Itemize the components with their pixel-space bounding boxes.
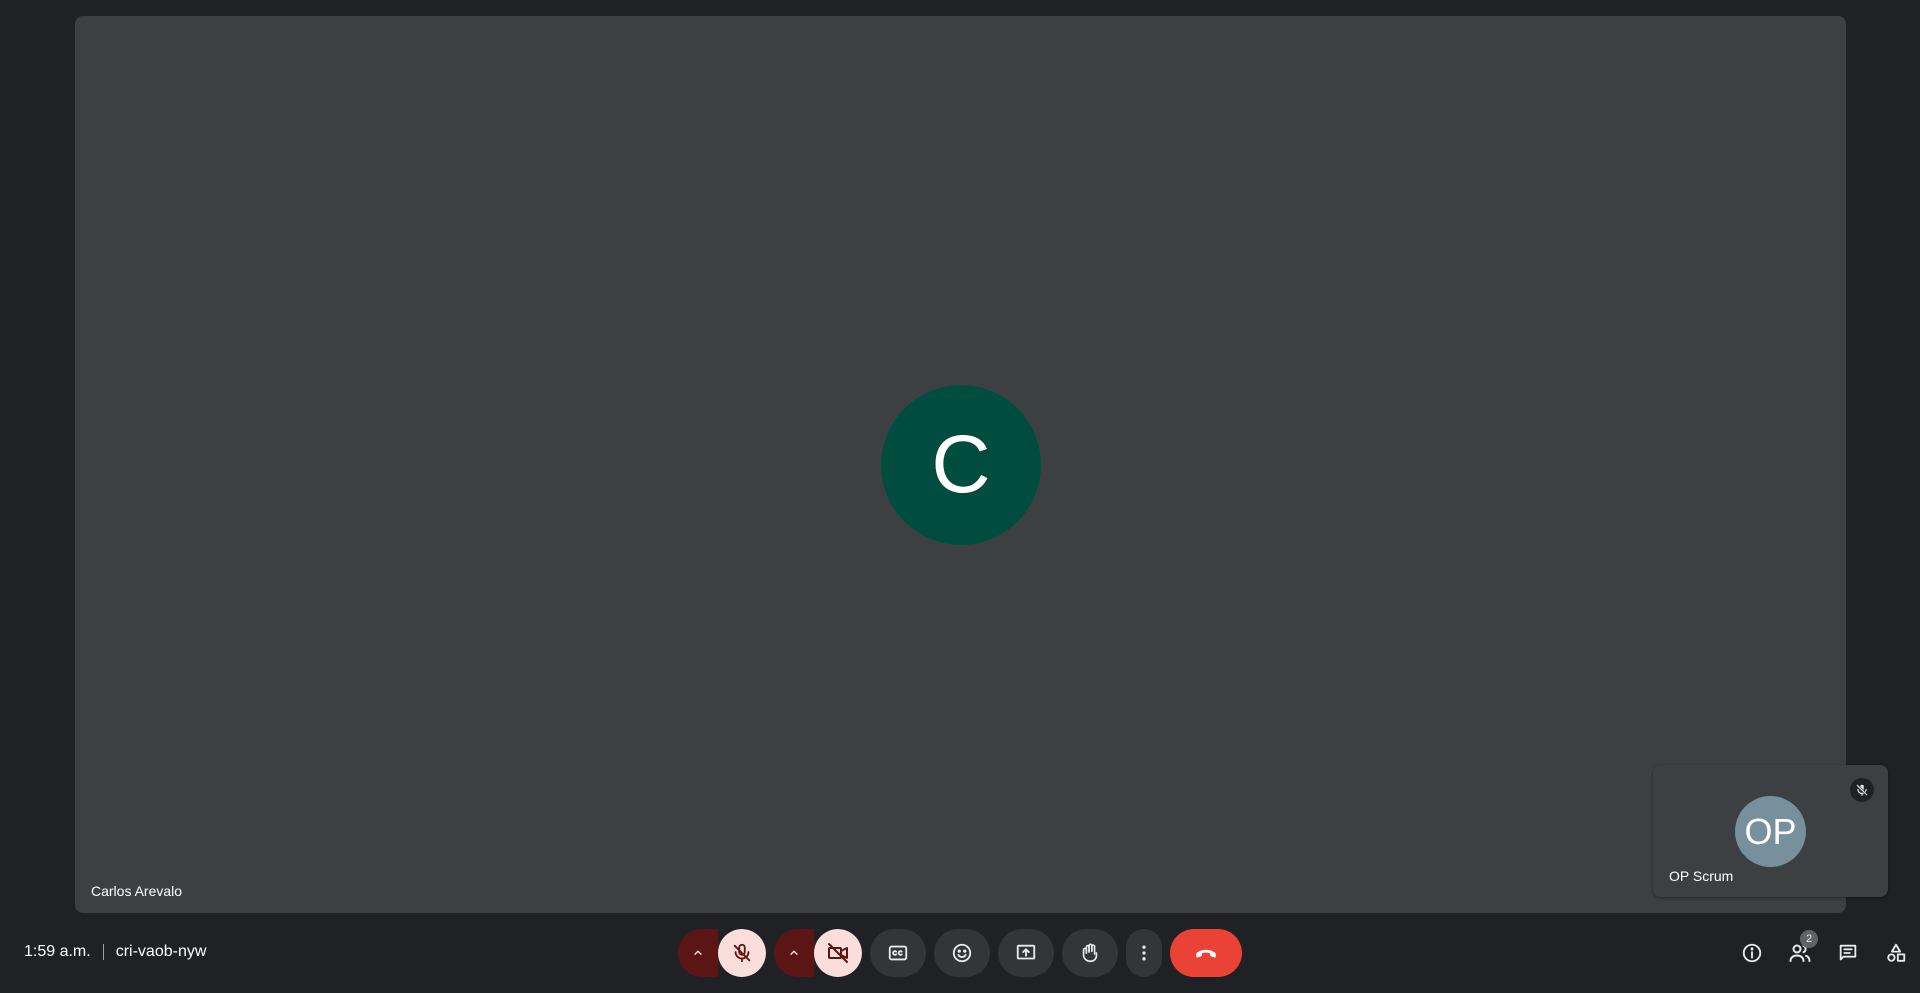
audio-options-button[interactable] xyxy=(678,929,718,977)
participant-count-badge: 2 xyxy=(1800,930,1818,948)
chat-button[interactable] xyxy=(1824,929,1872,977)
present-screen-icon xyxy=(1016,944,1036,960)
camera-control-group xyxy=(774,929,862,977)
mic-off-icon xyxy=(733,943,751,963)
raise-hand-button[interactable] xyxy=(1062,929,1118,977)
captions-button[interactable] xyxy=(870,929,926,977)
main-participant-avatar: C xyxy=(881,385,1041,545)
emoji-icon xyxy=(952,943,972,963)
raise-hand-icon xyxy=(1082,943,1098,963)
video-options-button[interactable] xyxy=(774,929,814,977)
call-end-icon xyxy=(1196,949,1216,958)
chevron-up-icon xyxy=(694,950,702,955)
bottom-control-bar: 1:59 a.m. cri-vaob-nyw 2 xyxy=(0,913,1920,993)
self-participant-tile[interactable]: OP OP Scrum xyxy=(1653,765,1888,897)
mic-off-indicator-icon xyxy=(1850,778,1874,802)
self-participant-name: OP Scrum xyxy=(1669,868,1734,884)
info-icon xyxy=(1742,943,1762,963)
meeting-details-button[interactable] xyxy=(1728,929,1776,977)
main-participant-name: Carlos Arevalo xyxy=(91,883,183,899)
main-participant-tile[interactable]: C Carlos Arevalo xyxy=(75,16,1846,913)
meeting-info-divider xyxy=(102,944,104,960)
closed-captions-icon xyxy=(888,945,908,961)
meeting-info: 1:59 a.m. cri-vaob-nyw xyxy=(24,943,206,961)
mic-toggle-button[interactable] xyxy=(718,929,766,977)
chat-icon xyxy=(1839,944,1857,961)
mic-control-group xyxy=(678,929,766,977)
meeting-code[interactable]: cri-vaob-nyw xyxy=(116,943,207,961)
reactions-button[interactable] xyxy=(934,929,990,977)
more-options-button[interactable] xyxy=(1126,929,1162,977)
call-controls xyxy=(678,929,1242,977)
more-vert-icon xyxy=(1142,945,1146,961)
side-panel-controls: 2 xyxy=(1728,929,1920,977)
meeting-time: 1:59 a.m. xyxy=(24,943,91,960)
present-button[interactable] xyxy=(998,929,1054,977)
people-button[interactable]: 2 xyxy=(1776,929,1824,977)
chevron-up-icon xyxy=(790,950,798,955)
leave-call-button[interactable] xyxy=(1170,929,1242,977)
camera-toggle-button[interactable] xyxy=(814,929,862,977)
self-participant-avatar: OP xyxy=(1735,796,1806,867)
activities-button[interactable] xyxy=(1872,929,1920,977)
videocam-off-icon xyxy=(828,943,848,963)
activities-icon xyxy=(1887,943,1906,962)
